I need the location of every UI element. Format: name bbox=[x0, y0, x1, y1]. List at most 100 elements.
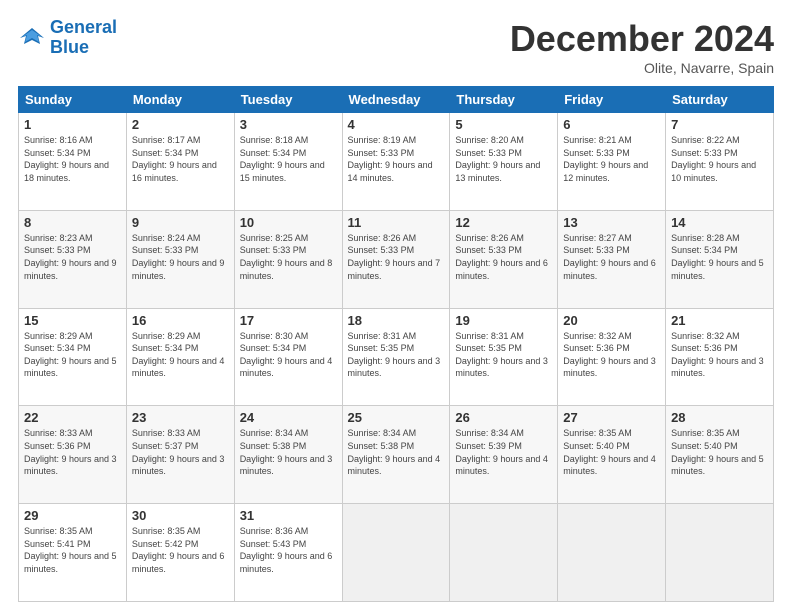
logo-bird-icon bbox=[18, 24, 46, 52]
calendar-week-5: 29 Sunrise: 8:35 AMSunset: 5:41 PMDayligh… bbox=[19, 504, 774, 602]
title-block: December 2024 Olite, Navarre, Spain bbox=[510, 18, 774, 76]
day-cell-17: 17 Sunrise: 8:30 AMSunset: 5:34 PMDayligh… bbox=[234, 308, 342, 406]
day-number: 15 bbox=[24, 313, 121, 328]
day-cell-2: 2 Sunrise: 8:17 AMSunset: 5:34 PMDaylight… bbox=[126, 113, 234, 211]
day-info: Sunrise: 8:26 AMSunset: 5:33 PMDaylight:… bbox=[455, 232, 552, 282]
logo-text: General Blue bbox=[50, 18, 117, 58]
day-number: 11 bbox=[348, 215, 445, 230]
day-cell-28: 28Sunrise: 8:35 AMSunset: 5:40 PMDayligh… bbox=[666, 406, 774, 504]
day-info: Sunrise: 8:29 AMSunset: 5:34 PMDaylight:… bbox=[132, 330, 229, 380]
day-number: 29 bbox=[24, 508, 121, 523]
weekday-header-friday: Friday bbox=[558, 87, 666, 113]
day-number: 1 bbox=[24, 117, 121, 132]
empty-cell bbox=[666, 504, 774, 602]
day-number: 26 bbox=[455, 410, 552, 425]
day-info: Sunrise: 8:35 AMSunset: 5:41 PMDaylight:… bbox=[24, 525, 121, 575]
day-cell-16: 16 Sunrise: 8:29 AMSunset: 5:34 PMDayligh… bbox=[126, 308, 234, 406]
weekday-header-monday: Monday bbox=[126, 87, 234, 113]
day-cell-18: 18 Sunrise: 8:31 AMSunset: 5:35 PMDayligh… bbox=[342, 308, 450, 406]
day-cell-22: 22 Sunrise: 8:33 AMSunset: 5:36 PMDayligh… bbox=[19, 406, 127, 504]
day-info: Sunrise: 8:23 AMSunset: 5:33 PMDaylight:… bbox=[24, 232, 121, 282]
day-info: Sunrise: 8:17 AMSunset: 5:34 PMDaylight:… bbox=[132, 134, 229, 184]
day-cell-9: 9Sunrise: 8:24 AMSunset: 5:33 PMDaylight… bbox=[126, 210, 234, 308]
day-cell-30: 30Sunrise: 8:35 AMSunset: 5:42 PMDayligh… bbox=[126, 504, 234, 602]
day-info: Sunrise: 8:30 AMSunset: 5:34 PMDaylight:… bbox=[240, 330, 337, 380]
day-cell-27: 27Sunrise: 8:35 AMSunset: 5:40 PMDayligh… bbox=[558, 406, 666, 504]
day-number: 7 bbox=[671, 117, 768, 132]
day-number: 5 bbox=[455, 117, 552, 132]
day-number: 17 bbox=[240, 313, 337, 328]
day-number: 22 bbox=[24, 410, 121, 425]
calendar-table: SundayMondayTuesdayWednesdayThursdayFrid… bbox=[18, 86, 774, 602]
empty-cell bbox=[450, 504, 558, 602]
page: General Blue December 2024 Olite, Navarr… bbox=[0, 0, 792, 612]
day-cell-20: 20Sunrise: 8:32 AMSunset: 5:36 PMDayligh… bbox=[558, 308, 666, 406]
day-info: Sunrise: 8:34 AMSunset: 5:38 PMDaylight:… bbox=[348, 427, 445, 477]
day-number: 18 bbox=[348, 313, 445, 328]
day-info: Sunrise: 8:33 AMSunset: 5:37 PMDaylight:… bbox=[132, 427, 229, 477]
day-cell-19: 19 Sunrise: 8:31 AMSunset: 5:35 PMDayligh… bbox=[450, 308, 558, 406]
day-info: Sunrise: 8:34 AMSunset: 5:38 PMDaylight:… bbox=[240, 427, 337, 477]
logo: General Blue bbox=[18, 18, 117, 58]
day-cell-10: 10Sunrise: 8:25 AMSunset: 5:33 PMDayligh… bbox=[234, 210, 342, 308]
day-cell-11: 11 Sunrise: 8:26 AMSunset: 5:33 PMDayligh… bbox=[342, 210, 450, 308]
day-number: 16 bbox=[132, 313, 229, 328]
day-cell-14: 14Sunrise: 8:28 AMSunset: 5:34 PMDayligh… bbox=[666, 210, 774, 308]
day-number: 2 bbox=[132, 117, 229, 132]
day-number: 21 bbox=[671, 313, 768, 328]
day-info: Sunrise: 8:35 AMSunset: 5:40 PMDaylight:… bbox=[563, 427, 660, 477]
calendar-week-4: 22 Sunrise: 8:33 AMSunset: 5:36 PMDayligh… bbox=[19, 406, 774, 504]
day-cell-15: 15Sunrise: 8:29 AMSunset: 5:34 PMDayligh… bbox=[19, 308, 127, 406]
day-info: Sunrise: 8:31 AMSunset: 5:35 PMDaylight:… bbox=[348, 330, 445, 380]
location: Olite, Navarre, Spain bbox=[510, 60, 774, 76]
day-info: Sunrise: 8:33 AMSunset: 5:36 PMDaylight:… bbox=[24, 427, 121, 477]
calendar-header-row: SundayMondayTuesdayWednesdayThursdayFrid… bbox=[19, 87, 774, 113]
day-number: 12 bbox=[455, 215, 552, 230]
day-cell-31: 31 Sunrise: 8:36 AMSunset: 5:43 PMDayligh… bbox=[234, 504, 342, 602]
empty-cell bbox=[342, 504, 450, 602]
day-number: 13 bbox=[563, 215, 660, 230]
day-number: 23 bbox=[132, 410, 229, 425]
day-info: Sunrise: 8:26 AMSunset: 5:33 PMDaylight:… bbox=[348, 232, 445, 282]
day-cell-26: 26Sunrise: 8:34 AMSunset: 5:39 PMDayligh… bbox=[450, 406, 558, 504]
day-info: Sunrise: 8:24 AMSunset: 5:33 PMDaylight:… bbox=[132, 232, 229, 282]
header: General Blue December 2024 Olite, Navarr… bbox=[18, 18, 774, 76]
day-info: Sunrise: 8:32 AMSunset: 5:36 PMDaylight:… bbox=[671, 330, 768, 380]
day-cell-5: 5Sunrise: 8:20 AMSunset: 5:33 PMDaylight… bbox=[450, 113, 558, 211]
day-number: 3 bbox=[240, 117, 337, 132]
day-info: Sunrise: 8:28 AMSunset: 5:34 PMDaylight:… bbox=[671, 232, 768, 282]
month-title: December 2024 bbox=[510, 18, 774, 60]
day-number: 31 bbox=[240, 508, 337, 523]
day-cell-8: 8 Sunrise: 8:23 AMSunset: 5:33 PMDaylight… bbox=[19, 210, 127, 308]
day-number: 24 bbox=[240, 410, 337, 425]
day-cell-21: 21 Sunrise: 8:32 AMSunset: 5:36 PMDayligh… bbox=[666, 308, 774, 406]
day-info: Sunrise: 8:31 AMSunset: 5:35 PMDaylight:… bbox=[455, 330, 552, 380]
day-number: 19 bbox=[455, 313, 552, 328]
day-info: Sunrise: 8:18 AMSunset: 5:34 PMDaylight:… bbox=[240, 134, 337, 184]
day-number: 20 bbox=[563, 313, 660, 328]
day-cell-4: 4 Sunrise: 8:19 AMSunset: 5:33 PMDaylight… bbox=[342, 113, 450, 211]
day-cell-7: 7 Sunrise: 8:22 AMSunset: 5:33 PMDaylight… bbox=[666, 113, 774, 211]
day-info: Sunrise: 8:19 AMSunset: 5:33 PMDaylight:… bbox=[348, 134, 445, 184]
weekday-header-wednesday: Wednesday bbox=[342, 87, 450, 113]
day-number: 8 bbox=[24, 215, 121, 230]
day-cell-13: 13 Sunrise: 8:27 AMSunset: 5:33 PMDayligh… bbox=[558, 210, 666, 308]
day-info: Sunrise: 8:22 AMSunset: 5:33 PMDaylight:… bbox=[671, 134, 768, 184]
day-info: Sunrise: 8:27 AMSunset: 5:33 PMDaylight:… bbox=[563, 232, 660, 282]
day-cell-24: 24 Sunrise: 8:34 AMSunset: 5:38 PMDayligh… bbox=[234, 406, 342, 504]
day-cell-1: 1Sunrise: 8:16 AMSunset: 5:34 PMDaylight… bbox=[19, 113, 127, 211]
day-cell-6: 6 Sunrise: 8:21 AMSunset: 5:33 PMDaylight… bbox=[558, 113, 666, 211]
day-number: 28 bbox=[671, 410, 768, 425]
day-number: 6 bbox=[563, 117, 660, 132]
day-cell-25: 25 Sunrise: 8:34 AMSunset: 5:38 PMDayligh… bbox=[342, 406, 450, 504]
weekday-header-tuesday: Tuesday bbox=[234, 87, 342, 113]
day-cell-23: 23 Sunrise: 8:33 AMSunset: 5:37 PMDayligh… bbox=[126, 406, 234, 504]
calendar-week-2: 8 Sunrise: 8:23 AMSunset: 5:33 PMDaylight… bbox=[19, 210, 774, 308]
day-info: Sunrise: 8:25 AMSunset: 5:33 PMDaylight:… bbox=[240, 232, 337, 282]
day-number: 25 bbox=[348, 410, 445, 425]
day-number: 4 bbox=[348, 117, 445, 132]
day-cell-12: 12 Sunrise: 8:26 AMSunset: 5:33 PMDayligh… bbox=[450, 210, 558, 308]
day-cell-3: 3 Sunrise: 8:18 AMSunset: 5:34 PMDaylight… bbox=[234, 113, 342, 211]
day-info: Sunrise: 8:36 AMSunset: 5:43 PMDaylight:… bbox=[240, 525, 337, 575]
day-info: Sunrise: 8:21 AMSunset: 5:33 PMDaylight:… bbox=[563, 134, 660, 184]
